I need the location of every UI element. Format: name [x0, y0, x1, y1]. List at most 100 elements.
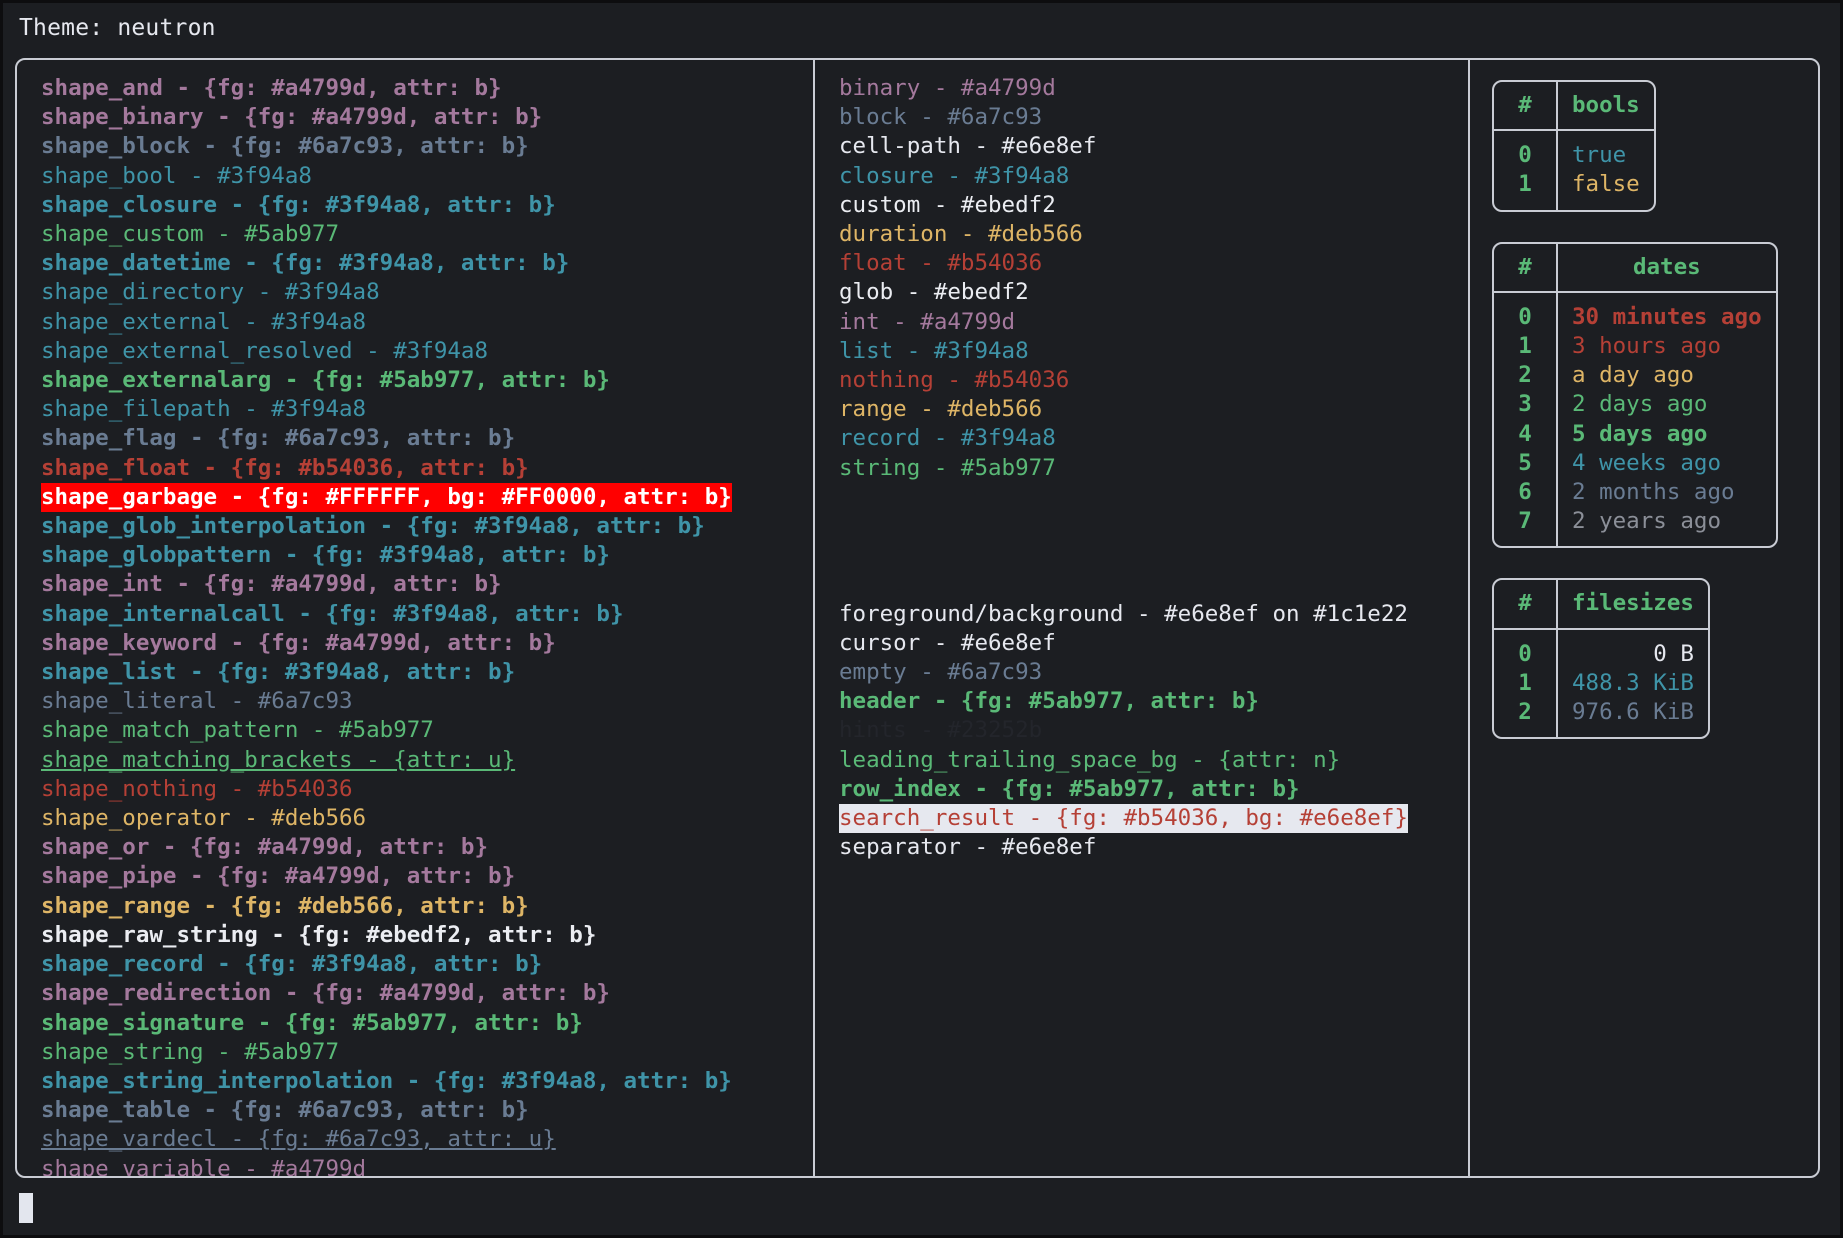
shape-definition-line: shape_record - {fg: #3f94a8, attr: b} — [41, 951, 543, 978]
row-value-cell: 2 years ago — [1572, 508, 1722, 535]
shape-definition-line: shape_operator - #deb566 — [41, 805, 367, 832]
table-row: 1 false — [1494, 170, 1654, 210]
shape-definition-line: shape_glob_interpolation - {fg: #3f94a8,… — [41, 513, 705, 540]
table-row: 3 2 days ago — [1494, 390, 1776, 420]
row-value-cell: 976.6 KiB — [1572, 699, 1694, 726]
ui-color-line: leading_trailing_space_bg - {attr: n} — [839, 746, 1341, 773]
shape-definition-line: shape_block - {fg: #6a7c93, attr: b} — [41, 133, 529, 160]
row-value-cell: 2 days ago — [1572, 391, 1708, 418]
row-value-cell: 0 B — [1653, 640, 1694, 667]
shape-definition-line: shape_external_resolved - #3f94a8 — [41, 337, 489, 364]
row-value-cell: 4 weeks ago — [1572, 449, 1722, 476]
index-column-header: # — [1494, 82, 1558, 132]
type-color-line: range - #deb566 — [839, 396, 1043, 423]
row-value-cell: false — [1572, 171, 1640, 198]
shape-definition-line: shape_list - {fg: #3f94a8, attr: b} — [41, 659, 516, 686]
value-column-header: filesizes — [1558, 580, 1708, 630]
ui-color-line: empty - #6a7c93 — [839, 659, 1043, 685]
table-row: 1 488.3 KiB — [1494, 668, 1708, 699]
row-value-cell: 5 days ago — [1572, 420, 1708, 447]
dates-table: # dates 0 30 minutes ago 1 3 hours ago 2 a day … — [1492, 241, 1778, 549]
table-row: 0 30 minutes ago — [1494, 292, 1776, 333]
type-color-line: binary - #a4799d — [839, 75, 1056, 101]
row-value-cell: 2 months ago — [1572, 479, 1735, 506]
shape-definition-line: shape_pipe - {fg: #a4799d, attr: b} — [41, 863, 516, 890]
value-column-header: dates — [1558, 244, 1776, 293]
shape-definition-line: shape_or - {fg: #a4799d, attr: b} — [41, 834, 489, 861]
shape-definition-line: shape_filepath - #3f94a8 — [41, 396, 367, 423]
type-color-line: float - #b54036 — [839, 250, 1043, 277]
type-colors-pane: binary - #a4799d block - #6a7c93 cell-path… — [815, 60, 1470, 1176]
row-index-cell: 2 — [1494, 361, 1558, 391]
row-value-cell: 30 minutes ago — [1572, 303, 1762, 330]
table-row: 1 3 hours ago — [1494, 332, 1776, 362]
type-color-line: custom - #ebedf2 — [839, 191, 1056, 218]
terminal-cursor — [19, 1193, 33, 1223]
ui-color-line: foreground/background - #e6e8ef on #1c1e… — [839, 600, 1408, 627]
table-row: 0 0 B — [1494, 629, 1708, 669]
shape-definition-line: shape_directory - #3f94a8 — [41, 279, 380, 306]
shape-definition-line: shape_int - {fg: #a4799d, attr: b} — [41, 571, 502, 598]
shape-definition-line: shape_internalcall - {fg: #3f94a8, attr:… — [41, 600, 624, 627]
shape-definition-line: shape_range - {fg: #deb566, attr: b} — [41, 892, 529, 919]
table-row: 5 4 weeks ago — [1494, 448, 1776, 479]
ui-color-line: header - {fg: #5ab977, attr: b} — [839, 688, 1259, 715]
shape-definitions-pane: shape_and - {fg: #a4799d, attr: b} shape_… — [17, 60, 815, 1176]
type-color-line: nothing - #b54036 — [839, 367, 1070, 394]
row-value-cell: 488.3 KiB — [1572, 669, 1694, 696]
shape-definition-line: shape_redirection - {fg: #a4799d, attr: … — [41, 980, 610, 1007]
row-index-cell: 0 — [1494, 131, 1558, 171]
row-index-cell: 5 — [1494, 448, 1558, 479]
row-index-cell: 1 — [1494, 332, 1558, 362]
table-row: 2 976.6 KiB — [1494, 698, 1708, 738]
terminal-window: Theme: neutron shape_and - {fg: #a4799d,… — [0, 0, 1843, 1238]
bools-table: # bools 0 true 1 false — [1492, 80, 1656, 212]
row-index-cell: 4 — [1494, 419, 1558, 449]
shape-definition-line: shape_bool - #3f94a8 — [41, 162, 312, 189]
shape-definition-line: shape_vardecl - {fg: #6a7c93, attr: u} — [41, 1126, 556, 1153]
shape-definition-line: shape_external - #3f94a8 — [41, 308, 367, 335]
type-color-line: closure - #3f94a8 — [839, 162, 1070, 189]
shape-definition-line: shape_matching_brackets - {attr: u} — [41, 746, 516, 773]
table-row: 6 2 months ago — [1494, 478, 1776, 508]
type-color-line: duration - #deb566 — [839, 221, 1083, 248]
theme-preview-frame: shape_and - {fg: #a4799d, attr: b} shape_… — [15, 58, 1820, 1178]
shape-definition-line: shape_raw_string - {fg: #ebedf2, attr: b… — [41, 921, 597, 948]
table-header-row: # dates — [1494, 243, 1776, 293]
shape-definition-line: shape_closure - {fg: #3f94a8, attr: b} — [41, 191, 556, 218]
value-column-header: bools — [1558, 82, 1654, 132]
row-value-cell: a day ago — [1572, 362, 1694, 389]
table-row: 4 5 days ago — [1494, 419, 1776, 449]
shape-definition-line: shape_keyword - {fg: #a4799d, attr: b} — [41, 629, 556, 656]
shape-definition-line: shape_literal - #6a7c93 — [41, 688, 353, 715]
ui-color-line: separator - #e6e8ef — [839, 834, 1097, 861]
row-index-cell: 0 — [1494, 629, 1558, 669]
table-row: 0 true — [1494, 131, 1654, 171]
shape-definition-line: shape_binary - {fg: #a4799d, attr: b} — [41, 104, 543, 131]
sample-tables-container: # bools 0 true 1 false # dates 0 30 minutes ago 1 3… — [1470, 60, 1818, 740]
shape-definition-line: shape_signature - {fg: #5ab977, attr: b} — [41, 1009, 583, 1036]
table-row: 7 2 years ago — [1494, 507, 1776, 547]
shape-definition-line: shape_string_interpolation - {fg: #3f94a… — [41, 1067, 732, 1094]
shape-definition-line: shape_match_pattern - #5ab977 — [41, 717, 434, 744]
shape-definition-line: shape_and - {fg: #a4799d, attr: b} — [41, 75, 502, 101]
type-color-line: int - #a4799d — [839, 308, 1016, 335]
index-column-header: # — [1494, 580, 1558, 630]
row-index-cell: 1 — [1494, 668, 1558, 699]
shape-definition-line: shape_flag - {fg: #6a7c93, attr: b} — [41, 425, 516, 452]
ui-color-line: cursor - #e6e8ef — [839, 629, 1056, 656]
type-color-line: list - #3f94a8 — [839, 337, 1029, 364]
type-color-line: string - #5ab977 — [839, 454, 1056, 481]
type-color-line: glob - #ebedf2 — [839, 279, 1029, 306]
row-index-cell: 1 — [1494, 170, 1558, 210]
shape-definition-line: shape_float - {fg: #b54036, attr: b} — [41, 454, 529, 481]
table-row: 2 a day ago — [1494, 361, 1776, 391]
shape-definition-line: shape_variable - #a4799d — [41, 1155, 367, 1176]
shape-definition-line: shape_externalarg - {fg: #5ab977, attr: … — [41, 367, 610, 394]
row-index-cell: 7 — [1494, 507, 1558, 547]
type-color-line: cell-path - #e6e8ef — [839, 133, 1097, 160]
